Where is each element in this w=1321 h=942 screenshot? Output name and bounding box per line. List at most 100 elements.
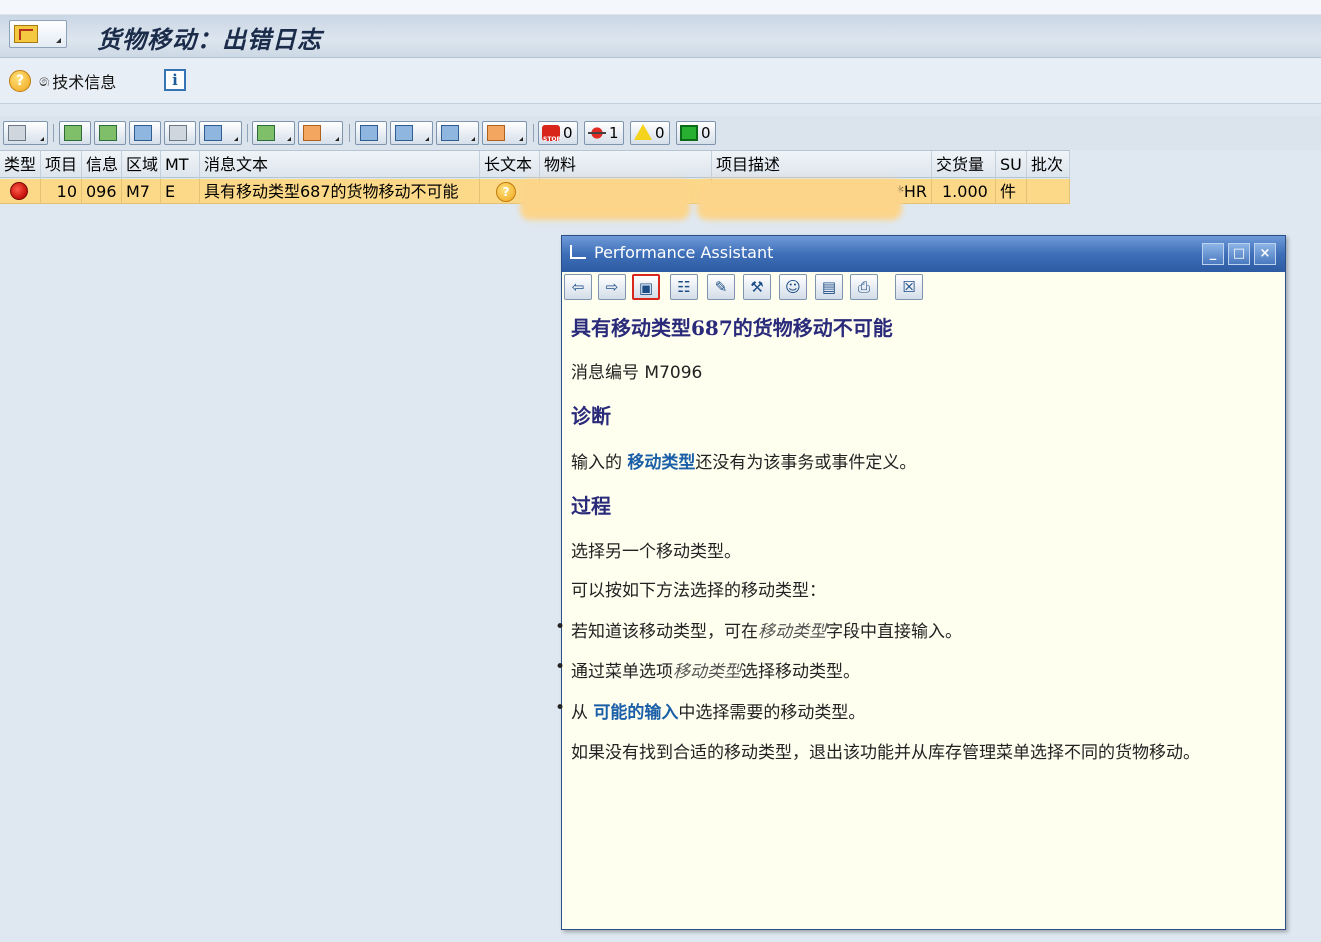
maximize-button[interactable]: □ [1228, 243, 1250, 265]
print-button[interactable]: ⎙ [850, 274, 878, 300]
sort-ascending-button[interactable] [59, 121, 91, 145]
views-icon [395, 125, 413, 141]
application-toolbar: ? ෧ 技术信息 i [0, 58, 1321, 104]
column-header-long-text[interactable]: 长文本 [480, 151, 540, 179]
tech-info-label: 技术信息 [52, 73, 117, 92]
hierarchy-button[interactable]: ☷ [670, 274, 698, 300]
glasses-icon: ෧ [39, 71, 50, 90]
text-fragment: 从 [571, 703, 594, 723]
column-header-batch[interactable]: 批次 [1027, 151, 1070, 179]
redaction-mask [520, 180, 690, 220]
edit-icon: ✎ [714, 278, 728, 296]
dropdown-arrow-icon [425, 137, 429, 141]
toolbar-separator [533, 124, 534, 142]
filter-icon [204, 125, 222, 141]
pa-window-icon [570, 245, 586, 259]
error-count: 1 [609, 124, 619, 142]
column-header-mt[interactable]: MT [161, 151, 200, 179]
help-icon: ? [9, 70, 31, 92]
success-count: 0 [701, 124, 711, 142]
back-arrow-icon: ⇦ [571, 278, 585, 296]
forward-button[interactable]: ⇨ [598, 274, 626, 300]
find-button[interactable] [129, 121, 161, 145]
movement-type-link[interactable]: 移动类型 [627, 453, 695, 473]
print-preview-button[interactable] [355, 121, 387, 145]
print-icon: ⎙ [857, 278, 870, 296]
dropdown-arrow-icon [519, 137, 523, 141]
find-next-button[interactable] [164, 121, 196, 145]
minimize-button[interactable]: _ [1202, 243, 1224, 265]
text-fragment: 若知道该移动类型，可在 [571, 622, 758, 642]
filter-button[interactable] [199, 121, 242, 145]
find-next-icon [169, 125, 187, 141]
system-menu-button[interactable] [9, 20, 67, 48]
pa-final-line: 如果没有找到合适的移动类型，退出该功能并从库存管理菜单选择不同的货物移动。 [571, 743, 1200, 763]
details-button[interactable] [3, 121, 48, 145]
performance-assistant-window: Performance Assistant _ □ × ⇦ ⇨ ▣ ☷ ✎ ⚒ … [555, 235, 1286, 930]
text-fragment: 移动类型 [673, 662, 741, 682]
views-button[interactable] [390, 121, 433, 145]
pa-bullet-1: 若知道该移动类型，可在移动类型字段中直接输入。 [555, 617, 962, 642]
page-title: 货物移动：出错日志 [97, 25, 322, 54]
dropdown-arrow-icon [40, 137, 44, 141]
subtotal-button[interactable] [298, 121, 343, 145]
hierarchy-icon: ☷ [677, 278, 691, 296]
column-header-message[interactable]: 信息 [82, 151, 122, 179]
dropdown-arrow-icon [234, 137, 238, 141]
pa-close-button[interactable]: ☒ [895, 274, 923, 300]
grid-header: 类型 项目 信息 区域 MT 消息文本 长文本 物料 项目描述 交货量 SU 批… [0, 150, 1070, 179]
export-button[interactable] [436, 121, 479, 145]
column-header-message-text[interactable]: 消息文本 [200, 151, 480, 179]
layout-button[interactable] [482, 121, 527, 145]
edit-button[interactable]: ✎ [707, 274, 735, 300]
success-icon [680, 125, 698, 141]
bookmark-icon: ▤ [821, 278, 837, 296]
dropdown-arrow-icon [56, 38, 61, 43]
pa-diagnosis-text: 输入的 移动类型还没有为该事务或事件定义。 [571, 448, 916, 473]
text-fragment: 字段中直接输入。 [826, 622, 962, 642]
error-filter-button[interactable]: 1 [584, 121, 624, 145]
long-text-help-icon[interactable]: ? [496, 182, 516, 202]
column-header-quantity[interactable]: 交货量 [932, 151, 996, 179]
pa-bullet-2: 通过菜单选项移动类型选择移动类型。 [555, 657, 860, 682]
export-icon [441, 125, 459, 141]
info-icon[interactable]: i [164, 69, 186, 91]
dropdown-arrow-icon [287, 137, 291, 141]
pa-procedure-line-1: 选择另一个移动类型。 [571, 542, 741, 562]
back-button[interactable]: ⇦ [564, 274, 592, 300]
text-fragment: 中选择需要的移动类型。 [678, 703, 866, 723]
column-header-su[interactable]: SU [996, 151, 1027, 179]
sort-descending-button[interactable] [94, 121, 126, 145]
cell-su: 件 [996, 179, 1027, 204]
title-bar: 货物移动：出错日志 [0, 0, 1321, 58]
stop-icon [542, 125, 561, 151]
cell-quantity: 1.000 [932, 179, 996, 204]
bookmark-button[interactable]: ▤ [815, 274, 843, 300]
warning-filter-button[interactable]: 0 [630, 121, 670, 145]
person-icon: ☺ [785, 278, 801, 296]
tools-button[interactable]: ⚒ [743, 274, 771, 300]
text-fragment: 移动类型 [758, 622, 826, 642]
alv-toolbar: 0 1 0 0 [0, 116, 1321, 151]
technical-info-button[interactable]: ▣ [632, 274, 660, 300]
success-filter-button[interactable]: 0 [676, 121, 716, 145]
pa-toolbar: ⇦ ⇨ ▣ ☷ ✎ ⚒ ☺ ▤ ⎙ ☒ [562, 272, 1285, 304]
column-header-item-description[interactable]: 项目描述 [712, 151, 932, 179]
column-header-area[interactable]: 区域 [122, 151, 161, 179]
column-header-type[interactable]: 类型 [0, 151, 41, 179]
pa-titlebar[interactable]: Performance Assistant _ □ × [562, 236, 1285, 272]
toolbar-separator [53, 124, 54, 142]
possible-entries-link[interactable]: 可能的输入 [593, 703, 678, 723]
cell-type [0, 179, 41, 204]
tech-info-button[interactable]: ? ෧ 技术信息 [9, 70, 116, 92]
sort-ascending-icon [64, 125, 82, 141]
error-status-icon [10, 182, 28, 200]
stop-filter-button[interactable]: 0 [538, 121, 578, 151]
text-fragment: 输入的 [571, 453, 628, 473]
column-header-item[interactable]: 项目 [41, 151, 82, 179]
column-header-material[interactable]: 物料 [540, 151, 712, 179]
close-button[interactable]: × [1254, 243, 1276, 265]
text-fragment: 选择移动类型。 [741, 662, 860, 682]
personalize-button[interactable]: ☺ [779, 274, 807, 300]
sum-button[interactable] [252, 121, 295, 145]
